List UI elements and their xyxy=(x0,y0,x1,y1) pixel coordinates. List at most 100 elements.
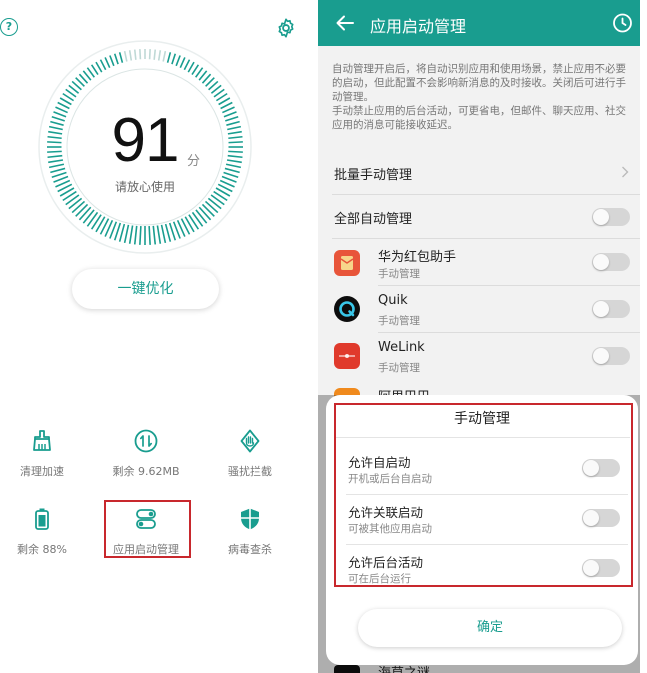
option-subtitle: 可被其他应用启动 xyxy=(348,523,432,535)
app-toggle[interactable] xyxy=(592,300,630,318)
gauge-tick xyxy=(109,55,115,67)
gauge-tick xyxy=(191,211,204,227)
gauge-tick xyxy=(90,64,99,76)
gauge-tick xyxy=(187,61,195,73)
health-score: 91 xyxy=(111,106,180,175)
app-row[interactable]: Quik 手动管理 xyxy=(318,286,640,333)
app-name: 华为红包助手 xyxy=(378,250,457,265)
gauge-tick xyxy=(166,52,172,63)
score-status-text: 请放心使用 xyxy=(114,180,175,194)
option-title: 允许后台活动 xyxy=(348,555,424,570)
batch-manual-row[interactable]: 批量手动管理 xyxy=(318,150,640,195)
gauge-tick xyxy=(82,209,95,224)
app-mode: 手动管理 xyxy=(378,268,420,280)
app-toggle[interactable] xyxy=(592,347,630,365)
dialog-title: 手动管理 xyxy=(454,411,510,427)
block-harassment-icon xyxy=(240,429,260,453)
settings-gear-icon[interactable] xyxy=(275,17,297,39)
chevron-right-icon xyxy=(622,166,629,178)
gauge-tick xyxy=(75,203,89,217)
one-click-optimize-button[interactable]: 一键优化 xyxy=(72,269,219,309)
gauge-tick xyxy=(162,50,167,62)
gauge-tick xyxy=(183,59,191,71)
tool-label: 病毒查杀 xyxy=(228,543,272,556)
confirm-button[interactable]: 确定 xyxy=(358,609,622,647)
app-mode: 手动管理 xyxy=(378,315,420,327)
gauge-tick xyxy=(171,53,177,65)
all-auto-row: 全部自动管理 xyxy=(318,195,640,239)
tool-data-usage[interactable]: 剩余 9.62MB xyxy=(96,428,196,479)
gauge-tick xyxy=(95,61,103,73)
gauge-tick xyxy=(123,224,130,244)
tool-harassment-block[interactable]: 骚扰拦截 xyxy=(200,428,300,479)
gauge-tick xyxy=(195,209,208,224)
gauge-tick xyxy=(198,206,212,221)
option-subtitle: 开机或后台自启动 xyxy=(348,473,432,485)
gauge-tick xyxy=(86,211,99,227)
battery-icon xyxy=(35,508,49,530)
quik-icon xyxy=(339,301,355,317)
gauge-tick xyxy=(99,59,107,71)
gauge-tick xyxy=(179,57,186,69)
gauge-tick xyxy=(207,197,222,210)
tool-label: 清理加速 xyxy=(20,465,64,478)
tool-battery[interactable]: 剩余 88% xyxy=(0,506,92,557)
batch-manual-label: 批量手动管理 xyxy=(334,168,413,183)
gauge-tick xyxy=(201,203,215,217)
gauge-tick xyxy=(204,200,219,214)
description-auto: 自动管理开启后，将自动识别应用和使用场景，禁止应用不必要的启动，但此配置不会影响… xyxy=(332,63,626,103)
app-bar: 应用启动管理 xyxy=(318,0,640,46)
gauge-tick xyxy=(68,197,83,210)
auto-start-toggle[interactable] xyxy=(582,459,620,477)
back-arrow-icon[interactable] xyxy=(334,12,356,34)
all-auto-label: 全部自动管理 xyxy=(334,212,413,227)
app-icon xyxy=(334,250,360,276)
cleaner-icon xyxy=(33,430,51,451)
tool-cleaner[interactable]: 清理加速 xyxy=(0,428,92,479)
gauge-tick xyxy=(228,135,243,140)
option-title: 允许自启动 xyxy=(348,455,411,470)
gauge-tick xyxy=(152,225,157,245)
option-associated-start: 允许关联启动 可被其他应用启动 xyxy=(334,495,628,545)
gauge-tick xyxy=(118,223,126,242)
gauge-tick xyxy=(128,50,133,61)
app-icon xyxy=(334,343,360,369)
app-icon xyxy=(334,296,360,322)
highlight-box-app-launch xyxy=(104,500,191,558)
gauge-tick xyxy=(128,225,134,244)
divider xyxy=(334,437,630,438)
app-row[interactable]: 华为红包助手 手动管理 xyxy=(318,239,640,286)
gauge-tick xyxy=(71,200,86,214)
data-usage-icon xyxy=(134,429,158,453)
gauge-tick xyxy=(175,55,181,67)
description-text: 自动管理开启后，将自动识别应用和使用场景，禁止应用不必要的启动，但此配置不会影响… xyxy=(332,62,632,132)
gauge-tick xyxy=(164,223,172,242)
gauge-tick xyxy=(139,49,142,60)
gauge-tick xyxy=(223,171,239,179)
gauge-tick xyxy=(148,225,151,245)
gauge-tick xyxy=(153,49,157,60)
history-clock-icon[interactable] xyxy=(611,12,633,34)
gauge-tick xyxy=(156,225,162,244)
all-auto-toggle[interactable] xyxy=(592,208,630,226)
option-auto-start: 允许自启动 开机或后台自启动 xyxy=(334,445,628,495)
background-activity-toggle[interactable] xyxy=(582,559,620,577)
gauge-tick xyxy=(86,67,95,78)
gauge-tick xyxy=(157,50,162,61)
gauge-tick xyxy=(78,206,92,221)
phone-manager-screen: ? 91 分 请放心使用 一键优化 清理加速 剩余 9.62MB 骚扰拦截 剩余… xyxy=(0,0,318,673)
gauge-tick xyxy=(195,67,204,78)
associated-start-toggle[interactable] xyxy=(582,509,620,527)
gauge-tick xyxy=(104,57,111,69)
welink-icon xyxy=(339,354,355,358)
gauge-tick xyxy=(57,101,70,110)
help-icon[interactable]: ? xyxy=(0,18,18,36)
tool-virus-scan[interactable]: 病毒查杀 xyxy=(200,506,300,557)
gauge-tick xyxy=(123,50,128,62)
score-unit: 分 xyxy=(187,154,201,169)
app-toggle[interactable] xyxy=(592,253,630,271)
gauge-tick xyxy=(118,52,124,63)
gauge-tick xyxy=(220,101,233,110)
app-row[interactable]: WeLink 手动管理 xyxy=(318,333,640,380)
gauge-tick xyxy=(139,225,142,245)
